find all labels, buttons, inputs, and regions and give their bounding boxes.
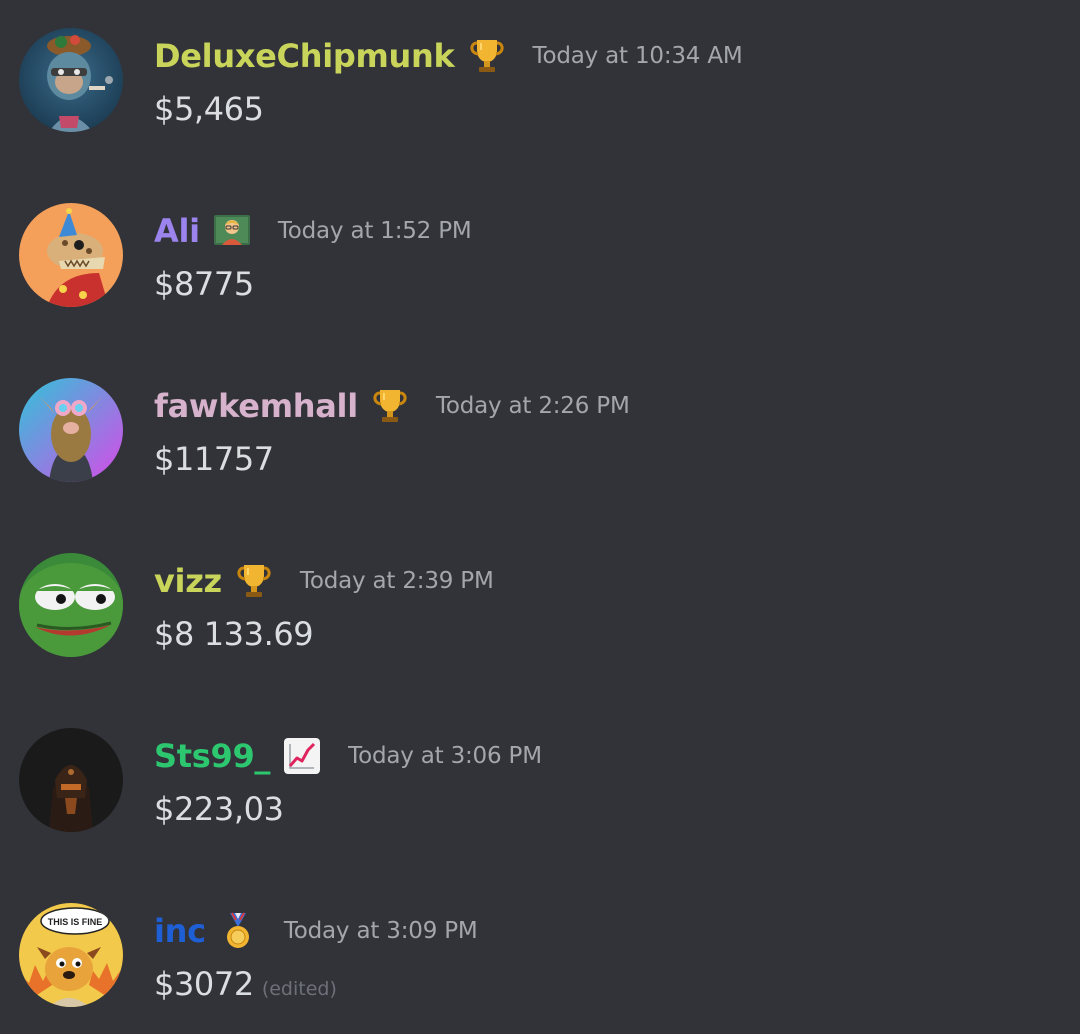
- message-header: Sts99_ Today at 3:06 PM: [154, 734, 542, 778]
- this-is-fine-dog-avatar: THIS IS FINE: [19, 903, 123, 1007]
- timestamp[interactable]: Today at 3:06 PM: [348, 743, 542, 769]
- message-text: $8775: [154, 265, 254, 303]
- avatar[interactable]: [19, 728, 123, 832]
- username[interactable]: Sts99_: [154, 737, 270, 775]
- message-text: $11757: [154, 440, 274, 478]
- message-header: Ali Today at 1:52 PM: [154, 209, 472, 253]
- username[interactable]: inc: [154, 912, 206, 950]
- message-item: DeluxeChipmunk Today at 10:34 AM $5,465: [0, 28, 1080, 148]
- message-text: $223,03: [154, 790, 284, 828]
- message-header: inc Today at 3:09 PM: [154, 909, 478, 953]
- message-content: $11757: [154, 440, 274, 484]
- message-text: $3072: [154, 965, 254, 1003]
- username[interactable]: DeluxeChipmunk: [154, 37, 455, 75]
- message-content: $5,465: [154, 90, 264, 134]
- message-content: $223,03: [154, 790, 284, 834]
- username[interactable]: vizz: [154, 562, 222, 600]
- trophy-icon: [467, 36, 507, 76]
- svg-text:THIS IS FINE: THIS IS FINE: [48, 917, 103, 927]
- message-item: Ali Today at 1:52 PM $8775: [0, 203, 1080, 323]
- timestamp[interactable]: Today at 1:52 PM: [278, 218, 472, 244]
- timestamp[interactable]: Today at 3:09 PM: [284, 918, 478, 944]
- avatar[interactable]: [19, 378, 123, 482]
- medal-icon: [218, 911, 258, 951]
- message-item: fawkemhall Today at 2:26 PM $11757: [0, 378, 1080, 498]
- message-item: THIS IS FINE inc Today at 3:09 PM $3072 …: [0, 903, 1080, 1023]
- timestamp[interactable]: Today at 2:26 PM: [436, 393, 630, 419]
- username[interactable]: Ali: [154, 212, 200, 250]
- message-item: Sts99_ Today at 3:06 PM $223,03: [0, 728, 1080, 848]
- username[interactable]: fawkemhall: [154, 387, 358, 425]
- edited-label: (edited): [261, 978, 337, 1000]
- llama-avatar: [19, 378, 123, 482]
- trophy-icon: [370, 386, 410, 426]
- message-header: DeluxeChipmunk Today at 10:34 AM: [154, 34, 743, 78]
- chart-increasing-icon: [282, 736, 322, 776]
- avatar[interactable]: THIS IS FINE: [19, 903, 123, 1007]
- avatar[interactable]: [19, 553, 123, 657]
- teacher-icon: [212, 211, 252, 251]
- ape-avatar: [19, 28, 123, 132]
- message-content: $8775: [154, 265, 254, 309]
- timestamp[interactable]: Today at 10:34 AM: [533, 43, 743, 69]
- avatar[interactable]: [19, 203, 123, 307]
- message-header: fawkemhall Today at 2:26 PM: [154, 384, 630, 428]
- timestamp[interactable]: Today at 2:39 PM: [300, 568, 494, 594]
- message-text: $5,465: [154, 90, 264, 128]
- avatar[interactable]: [19, 28, 123, 132]
- message-feed: DeluxeChipmunk Today at 10:34 AM $5,465: [0, 0, 1080, 1034]
- message-item: vizz Today at 2:39 PM $8 133.69: [0, 553, 1080, 673]
- message-content: $8 133.69: [154, 615, 314, 659]
- pepe-frog-avatar: [19, 553, 123, 657]
- dinosaur-avatar: [19, 203, 123, 307]
- dark-helmet-avatar: [19, 728, 123, 832]
- message-text: $8 133.69: [154, 615, 314, 653]
- message-header: vizz Today at 2:39 PM: [154, 559, 494, 603]
- trophy-icon: [234, 561, 274, 601]
- message-content: $3072 (edited): [154, 965, 337, 1009]
